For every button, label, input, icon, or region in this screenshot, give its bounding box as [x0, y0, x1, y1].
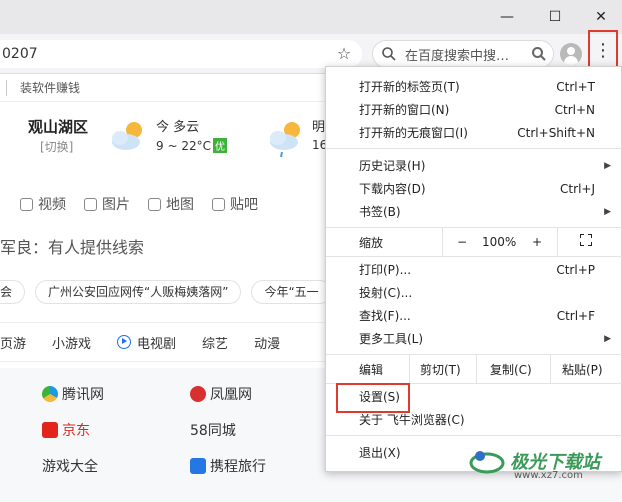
menu-item-downloads[interactable]: 下载内容(D) Ctrl+J [326, 177, 622, 200]
menu-item-more-tools[interactable]: 更多工具(L) ▶ [326, 327, 622, 350]
minimize-button[interactable]: — [484, 0, 530, 34]
search-nav: 视频 图片 地图 贴吧 [0, 194, 276, 214]
divider [557, 228, 558, 256]
divider [550, 355, 551, 383]
menu-item-cast[interactable]: 投射(C)... [326, 281, 622, 304]
menu-item-print[interactable]: 打印(P)... Ctrl+P [326, 258, 622, 281]
submenu-arrow-icon: ▶ [604, 160, 611, 171]
watermark-logo-icon [469, 451, 505, 474]
cloudy-sun-icon [112, 122, 142, 150]
cat-minigame[interactable]: 小游戏 [52, 333, 91, 352]
site-link[interactable]: 游戏大全 [42, 456, 98, 476]
ad-link[interactable]: 装软件赚钱 [0, 74, 330, 102]
nav-tieba[interactable]: 贴吧 [212, 194, 258, 214]
close-button[interactable]: ✕ [578, 0, 622, 34]
menu-item-new-window[interactable]: 打开新的窗口(N) Ctrl+N [326, 98, 622, 121]
category-bar: 页游 小游戏 电视剧 综艺 动漫 [0, 322, 330, 362]
map-icon [148, 197, 161, 211]
menu-item-zoom: 缩放 − 100% + [326, 228, 622, 256]
zoom-in-button[interactable]: + [532, 235, 542, 249]
hot-tag[interactable]: 今年“五一 [251, 280, 332, 304]
maximize-button[interactable]: ☐ [532, 0, 578, 34]
site-link[interactable]: 京东 [42, 420, 90, 440]
menu-separator [326, 148, 622, 149]
ctrip-logo-icon [190, 458, 206, 474]
site-link[interactable]: 凤凰网 [190, 384, 252, 404]
air-quality-badge: 优 [212, 138, 227, 153]
cat-webgame[interactable]: 页游 [0, 333, 26, 352]
address-text: 0207 [2, 46, 38, 62]
watermark: 极光下载站 www.xz7.com [468, 446, 600, 481]
profile-avatar-icon[interactable] [560, 43, 582, 65]
menu-item-edit: 编辑 剪切(T) 复制(C) 粘贴(P) [326, 355, 622, 383]
submenu-arrow-icon: ▶ [604, 206, 611, 217]
address-bar[interactable]: 0207 [0, 40, 362, 68]
news-headline[interactable]: 军良：有人提供线索 [0, 234, 144, 258]
rain-cloud-icon [270, 122, 300, 158]
tieba-icon [212, 197, 225, 211]
submenu-arrow-icon: ▶ [604, 333, 611, 344]
divider [409, 355, 410, 383]
cat-anime[interactable]: 动漫 [254, 333, 280, 352]
site-link[interactable]: 腾讯网 [42, 384, 104, 404]
title-bar: — ☐ ✕ [0, 0, 622, 34]
ifeng-logo-icon [190, 386, 206, 402]
weather-today: 今 多云 [156, 120, 200, 135]
hot-tag[interactable]: 广州公安回应网传“人贩梅姨落网” [35, 280, 242, 304]
divider [476, 355, 477, 383]
search-placeholder: 在百度搜索中搜… [405, 48, 510, 64]
menu-item-new-tab[interactable]: 打开新的标签页(T) Ctrl+T [326, 75, 622, 98]
tencent-logo-icon [42, 386, 58, 402]
weather-switch-link[interactable]: [切换] [40, 138, 73, 155]
image-icon [84, 197, 97, 211]
watermark-url: www.xz7.com [514, 470, 583, 481]
divider [442, 228, 443, 256]
menu-item-incognito[interactable]: 打开新的无痕窗口(I) Ctrl+Shift+N [326, 121, 622, 144]
nav-map[interactable]: 地图 [148, 194, 194, 214]
weather-tomorrow: 明 [312, 120, 326, 135]
menu-separator [326, 256, 622, 257]
fullscreen-icon[interactable] [580, 234, 592, 246]
menu-item-find[interactable]: 查找(F)... Ctrl+F [326, 304, 622, 327]
zoom-out-button[interactable]: − [457, 235, 467, 249]
cut-button[interactable]: 剪切(T) [420, 355, 461, 383]
hot-tags: 会 广州公安回应网传“人贩梅姨落网” 今年“五一 [0, 280, 342, 304]
bookmark-star-icon[interactable]: ☆ [332, 42, 356, 66]
zoom-level: 100% [482, 235, 517, 249]
menu-item-bookmarks[interactable]: 书签(B) ▶ [326, 200, 622, 223]
jd-logo-icon [42, 422, 58, 438]
play-icon [117, 335, 132, 349]
search-box[interactable]: 在百度搜索中搜… [372, 40, 554, 68]
site-link[interactable]: 携程旅行 [190, 456, 266, 476]
weather-city[interactable]: 观山湖区 [28, 116, 88, 137]
paste-button[interactable]: 粘贴(P) [562, 355, 603, 383]
menu-item-history[interactable]: 历史记录(H) ▶ [326, 154, 622, 177]
search-icon[interactable] [531, 46, 547, 62]
menu-separator [326, 435, 622, 436]
weather-today-temp: 9 ~ 22°C 优 [156, 138, 227, 153]
copy-button[interactable]: 复制(C) [490, 355, 532, 383]
cat-variety[interactable]: 综艺 [202, 333, 228, 352]
hot-tag[interactable]: 会 [0, 280, 26, 304]
site-link[interactable]: 58同城 [190, 420, 236, 440]
search-engine-icon [382, 47, 396, 61]
video-icon [20, 197, 33, 211]
cat-tv[interactable]: 电视剧 [117, 333, 176, 352]
settings-highlight-box [336, 383, 410, 413]
nav-video[interactable]: 视频 [20, 194, 66, 214]
nav-images[interactable]: 图片 [84, 194, 130, 214]
